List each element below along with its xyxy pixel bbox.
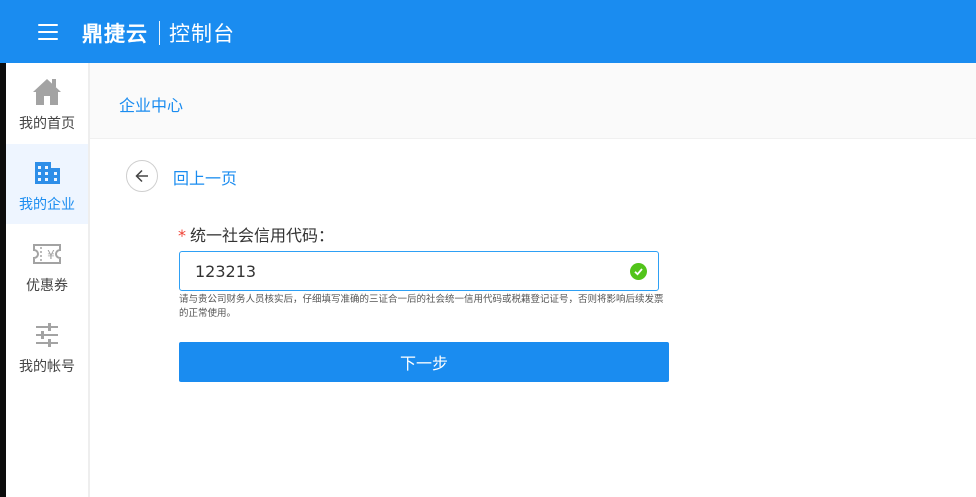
coupon-icon: ¥: [32, 239, 62, 269]
credit-code-field[interactable]: [179, 251, 659, 291]
menu-icon[interactable]: [38, 24, 58, 40]
sidebar-item-label: 我的帐号: [19, 359, 75, 375]
back-button[interactable]: [126, 160, 158, 192]
credit-code-label-text: 统一社会信用代码：: [190, 226, 335, 245]
credit-code-input[interactable]: [180, 252, 620, 290]
credit-code-label: * 统一社会信用代码：: [178, 222, 334, 246]
console-title: 控制台: [169, 22, 235, 46]
sidebar-item-account[interactable]: 我的帐号: [6, 306, 88, 386]
sidebar-item-label: 我的企业: [19, 197, 75, 213]
sidebar-item-coupons[interactable]: ¥ 优惠券: [6, 225, 88, 305]
sidebar-item-home[interactable]: 我的首页: [6, 63, 88, 143]
next-step-button[interactable]: 下一步: [179, 342, 669, 382]
brand: 鼎捷云 控制台: [82, 18, 235, 48]
check-circle-icon: [630, 263, 647, 280]
sliders-icon: [32, 320, 62, 350]
brand-separator: [159, 21, 160, 45]
back-link[interactable]: 回上一页: [173, 165, 237, 189]
page-header: 企业中心: [90, 63, 976, 139]
svg-text:¥: ¥: [47, 248, 55, 262]
building-icon: [32, 158, 62, 188]
home-icon: [32, 77, 62, 107]
required-mark: *: [178, 226, 186, 245]
brand-logo: 鼎捷云: [82, 22, 148, 46]
sidebar-item-label: 优惠券: [26, 278, 68, 294]
top-bar: 鼎捷云 控制台: [0, 0, 976, 63]
sidebar-item-enterprise[interactable]: 我的企业: [6, 144, 88, 224]
credit-code-hint: 请与贵公司财务人员核实后，仔细填写准确的三证合一后的社会统一信用代码或税籍登记证…: [179, 294, 664, 319]
arrow-left-icon: [135, 169, 148, 183]
page-title: 企业中心: [119, 96, 184, 115]
sidebar-item-label: 我的首页: [19, 116, 75, 132]
